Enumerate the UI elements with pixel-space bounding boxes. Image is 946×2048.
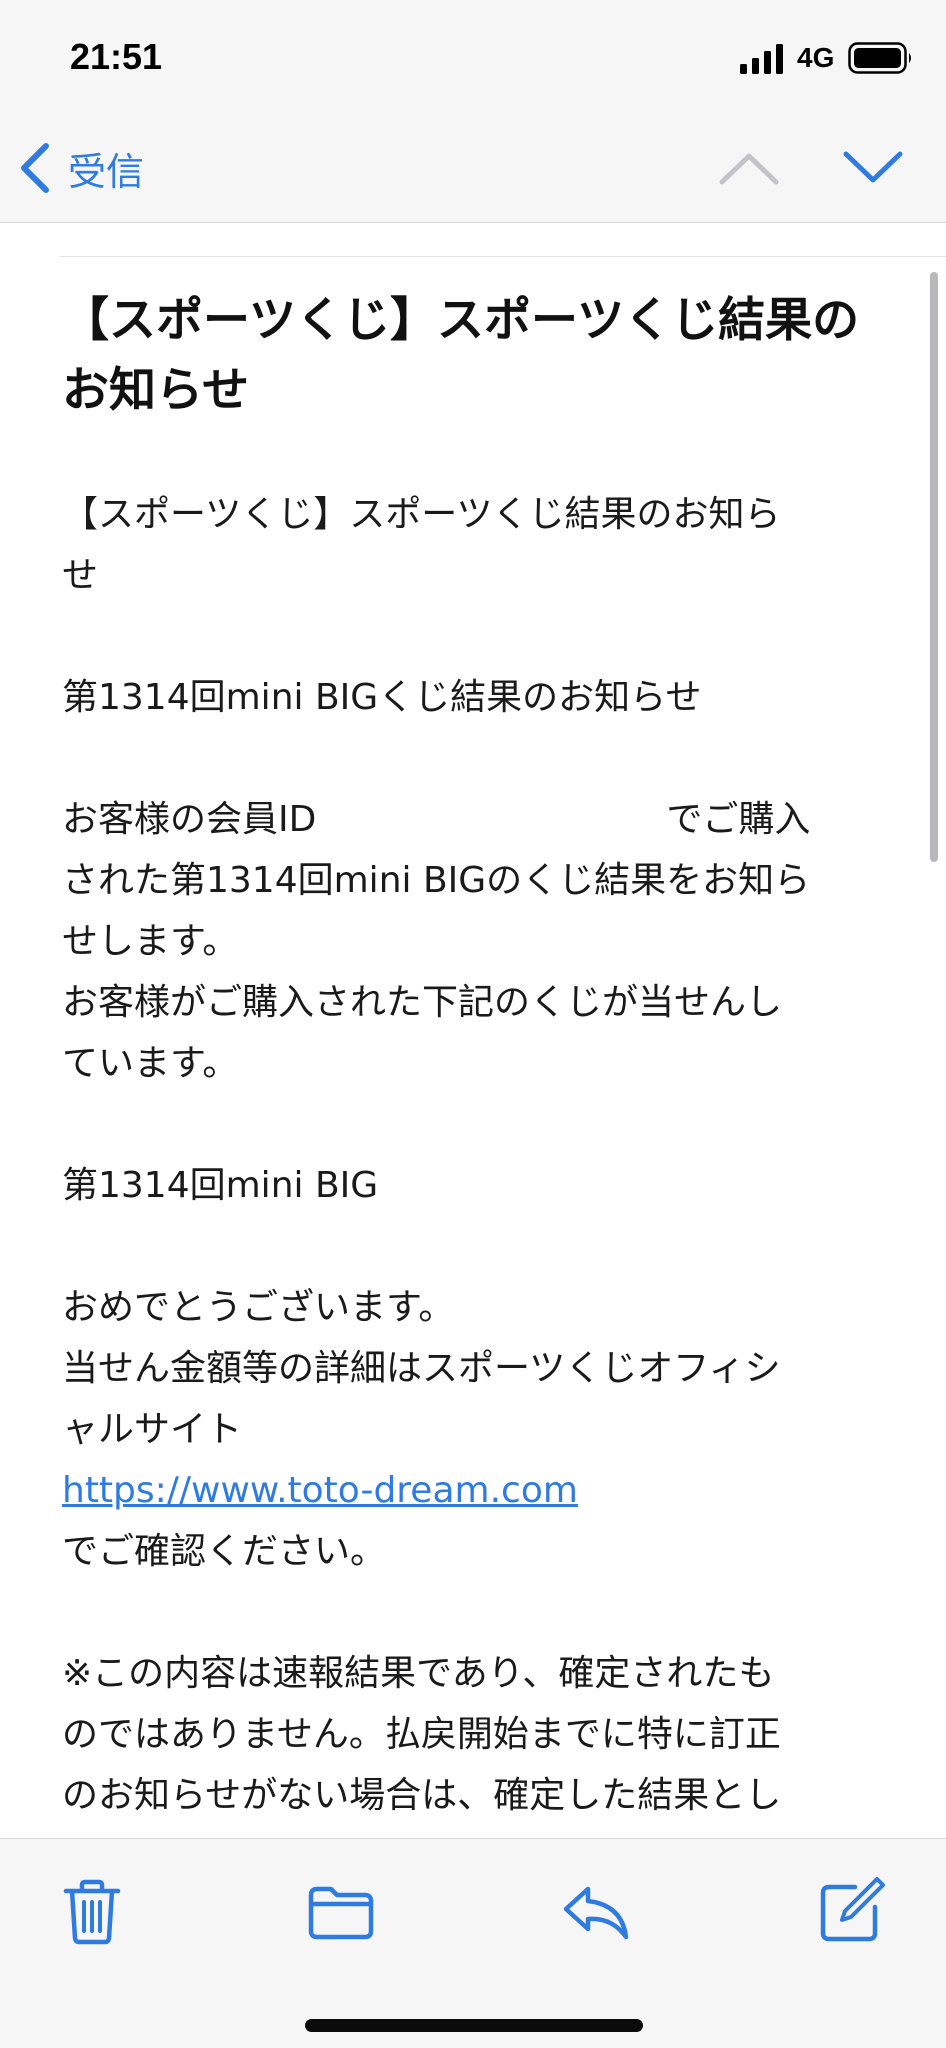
- battery-icon: [848, 42, 911, 74]
- chevron-down-icon[interactable]: [842, 148, 904, 188]
- body-line: された第1314回mini BIGのくじ結果をお知ら: [62, 860, 811, 901]
- body-paragraph: 【スポーツくじ】スポーツくじ結果のお知ら せ: [62, 484, 882, 606]
- body-line: 当せん金額等の詳細はスポーツくじオフィシ: [62, 1348, 781, 1389]
- body-paragraph: 第1314回mini BIGくじ結果のお知らせ: [62, 667, 882, 728]
- reply-icon[interactable]: [562, 1875, 634, 1947]
- member-id-suffix: でご購入: [666, 799, 811, 840]
- scroll-indicator[interactable]: [930, 272, 938, 862]
- member-id-label: お客様の会員ID: [62, 799, 317, 840]
- nav-bar: 受信: [0, 110, 946, 223]
- header-divider: [60, 256, 946, 257]
- status-bar: 21:51 4G: [0, 0, 946, 110]
- mail-body: 【スポーツくじ】スポーツくじ結果のお知ら せ 第1314回mini BIGくじ結…: [62, 484, 882, 1838]
- compose-icon[interactable]: [815, 1875, 887, 1947]
- message-content[interactable]: 【スポーツくじ】スポーツくじ結果のお知らせ 【スポーツくじ】スポーツくじ結果のお…: [0, 224, 946, 1838]
- toto-dream-link[interactable]: https://www.toto-dream.com: [62, 1470, 578, 1511]
- body-line: お客様がご購入された下記のくじが当せんし: [62, 982, 783, 1023]
- back-button[interactable]: 受信: [18, 140, 144, 196]
- link-line: https://www.toto-dream.com: [62, 1460, 882, 1521]
- body-line: おめでとうございます。: [62, 1287, 455, 1328]
- body-line: ャルサイト: [62, 1409, 243, 1450]
- home-indicator[interactable]: [305, 2019, 643, 2032]
- mail-screen: 21:51 4G 受信 【スポーツくじ】スポーツくじ結果のお知らせ 【スポーツく…: [0, 0, 946, 2048]
- body-line: 第1314回mini BIG: [62, 1165, 379, 1206]
- bottom-toolbar: [0, 1838, 946, 2048]
- body-paragraph: おめでとうございます。 当せん金額等の詳細はスポーツくじオフィシ ャルサイト h…: [62, 1277, 882, 1582]
- back-label: 受信: [68, 149, 145, 194]
- network-label: 4G: [797, 42, 835, 73]
- body-line: のお知らせがない場合は、確定した結果とし: [62, 1775, 782, 1816]
- folder-icon[interactable]: [305, 1875, 377, 1947]
- chevron-up-icon[interactable]: [718, 148, 780, 188]
- body-line: ます。: [62, 1826, 882, 1838]
- body-paragraph: ※この内容は速報結果であり、確定されたも のではありません。払戻開始までに特に訂…: [62, 1643, 882, 1838]
- mail-subject: 【スポーツくじ】スポーツくじ結果のお知らせ: [62, 293, 860, 418]
- body-line: のではありません。払戻開始までに特に訂正: [62, 1714, 781, 1755]
- signal-icon: [740, 44, 783, 74]
- chevron-left-icon: [21, 143, 49, 193]
- body-line: せします。: [62, 921, 239, 962]
- member-id-line: お客様の会員ID でご購入: [62, 789, 882, 850]
- body-line: でご確認ください。: [62, 1531, 387, 1572]
- body-line: せ: [62, 555, 99, 596]
- body-paragraph: お客様の会員ID でご購入 された第1314回mini BIGのくじ結果をお知ら …: [62, 789, 882, 1094]
- body-paragraph: 第1314回mini BIG: [62, 1155, 882, 1216]
- status-time: 21:51: [70, 36, 163, 77]
- body-line: ※この内容は速報結果であり、確定されたも: [62, 1653, 775, 1694]
- body-line: 第1314回mini BIGくじ結果のお知らせ: [62, 677, 702, 718]
- body-line: 【スポーツくじ】スポーツくじ結果のお知ら: [62, 494, 781, 535]
- body-line: ています。: [62, 1043, 239, 1084]
- trash-icon[interactable]: [56, 1875, 128, 1947]
